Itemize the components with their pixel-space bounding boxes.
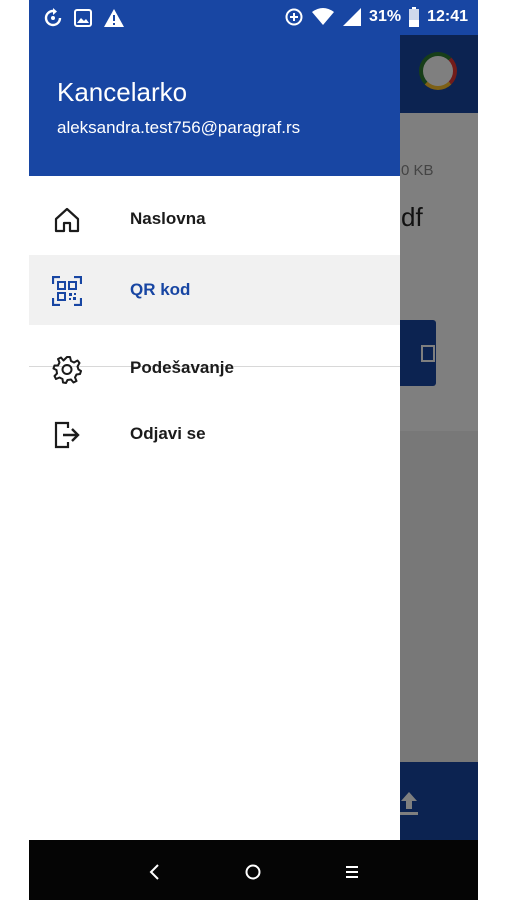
menu-icon[interactable] — [342, 862, 362, 882]
drawer-header: Kancelarko aleksandra.test756@paragraf.r… — [29, 35, 400, 176]
menu-item-label: Odjavi se — [130, 424, 206, 443]
menu-item-odjavi-se[interactable]: Odjavi se — [29, 399, 400, 469]
wifi-icon — [312, 8, 335, 25]
logout-icon — [54, 421, 80, 449]
signal-icon — [343, 8, 362, 26]
menu-item-label: Naslovna — [130, 209, 206, 228]
settings-gear-icon — [52, 356, 82, 384]
clock: 12:41 — [427, 8, 468, 25]
system-nav-bar — [29, 840, 478, 900]
battery-icon — [409, 7, 420, 27]
warning-icon — [104, 9, 124, 27]
battery-percent: 31% — [369, 8, 402, 25]
phone-screen: K 0 KB df — [29, 0, 478, 900]
back-icon[interactable] — [145, 862, 165, 882]
qr-code-icon — [52, 276, 82, 306]
navigation-drawer: Kancelarko aleksandra.test756@paragraf.r… — [29, 35, 400, 840]
home-icon — [54, 207, 80, 233]
menu-item-naslovna[interactable]: Naslovna — [29, 184, 400, 254]
data-saver-icon — [285, 8, 303, 26]
menu-item-label: Podešavanje — [130, 358, 234, 377]
home-circle-icon[interactable] — [243, 862, 263, 882]
menu-item-qr-kod[interactable]: QR kod — [29, 255, 400, 325]
menu-item-podesavanje[interactable]: Podešavanje — [29, 333, 400, 403]
menu-item-label: QR kod — [130, 280, 191, 299]
sync-icon — [44, 8, 62, 27]
drawer-user-email: aleksandra.test756@paragraf.rs — [57, 118, 301, 137]
drawer-app-name: Kancelarko — [57, 77, 188, 107]
status-bar: 31% 12:41 — [29, 0, 478, 35]
image-icon — [74, 9, 92, 27]
